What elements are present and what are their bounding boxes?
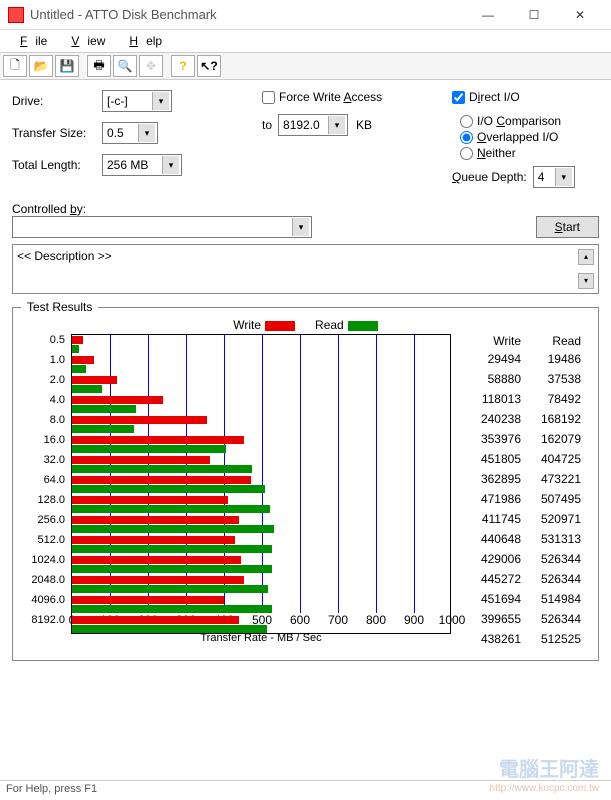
to-label: to [262, 118, 272, 132]
qdepth-label: Queue Depth: [452, 170, 527, 184]
write-swatch [265, 321, 295, 331]
totallen-label: Total Length: [12, 158, 102, 172]
overlapped-label: Overlapped I/O [477, 130, 558, 144]
overlapped-radio[interactable] [460, 131, 473, 144]
close-button[interactable]: ✕ [557, 0, 603, 30]
move-button[interactable]: ✥ [139, 55, 163, 77]
print-button[interactable]: 🖶 [87, 55, 111, 77]
directio-label: Direct I/O [469, 90, 520, 104]
menu-bar: File View Help [0, 30, 611, 52]
title-bar: Untitled - ATTO Disk Benchmark — ☐ ✕ [0, 0, 611, 30]
force-write-label: Force Write Access [279, 90, 382, 104]
kb-label: KB [356, 118, 372, 132]
scroll-up-icon[interactable]: ▴ [578, 249, 594, 265]
bar-chart: 01002003004005006007008009001000 [71, 334, 451, 634]
directio-checkbox[interactable] [452, 91, 465, 104]
transfer-from-select[interactable]: 0.5 [102, 122, 158, 144]
toolbar: 🗋 📂 💾 🖶 🔍 ✥ ? ↖? [0, 52, 611, 80]
drive-label: Drive: [12, 94, 102, 108]
open-button[interactable]: 📂 [29, 55, 53, 77]
force-write-checkbox[interactable] [262, 91, 275, 104]
watermark-text: 電腦王阿達 [499, 753, 599, 782]
read-swatch [348, 321, 378, 331]
start-button[interactable]: Start [536, 216, 599, 238]
iocomp-radio[interactable] [460, 115, 473, 128]
whatsthis-button[interactable]: ↖? [197, 55, 221, 77]
controlled-label: Controlled by: [12, 202, 599, 216]
description-textarea[interactable] [17, 249, 578, 289]
iocomp-label: I/O Comparison [477, 114, 561, 128]
help-button[interactable]: ? [171, 55, 195, 77]
write-header: Write [461, 334, 521, 348]
menu-file[interactable]: File [4, 32, 55, 50]
neither-label: Neither [477, 146, 516, 160]
minimize-button[interactable]: — [465, 0, 511, 30]
transfer-label: Transfer Size: [12, 126, 102, 140]
description-box: ▴ ▾ [12, 244, 599, 294]
drive-select[interactable]: [-c-] [102, 90, 172, 112]
menu-help[interactable]: Help [113, 32, 170, 50]
qdepth-select[interactable]: 4 [533, 166, 575, 188]
results-legend: Test Results [21, 300, 98, 314]
maximize-button[interactable]: ☐ [511, 0, 557, 30]
scroll-down-icon[interactable]: ▾ [578, 273, 594, 289]
window-title: Untitled - ATTO Disk Benchmark [30, 7, 465, 22]
app-icon [8, 7, 24, 23]
save-button[interactable]: 💾 [55, 55, 79, 77]
neither-radio[interactable] [460, 147, 473, 160]
preview-button[interactable]: 🔍 [113, 55, 137, 77]
results-table: Write Read 29494194865888037538118013784… [451, 334, 590, 652]
chart-legend: Write Read [21, 318, 590, 332]
read-header: Read [521, 334, 581, 348]
menu-view[interactable]: View [55, 32, 113, 50]
status-bar: For Help, press F1 [0, 780, 611, 800]
controlled-select[interactable] [12, 216, 312, 238]
y-axis-labels: 0.51.02.04.08.016.032.064.0128.0256.0512… [21, 334, 71, 652]
transfer-to-select[interactable]: 8192.0 [278, 114, 348, 136]
new-button[interactable]: 🗋 [3, 55, 27, 77]
results-group: Test Results Write Read 0.51.02.04.08.01… [12, 300, 599, 661]
totallen-select[interactable]: 256 MB [102, 154, 182, 176]
